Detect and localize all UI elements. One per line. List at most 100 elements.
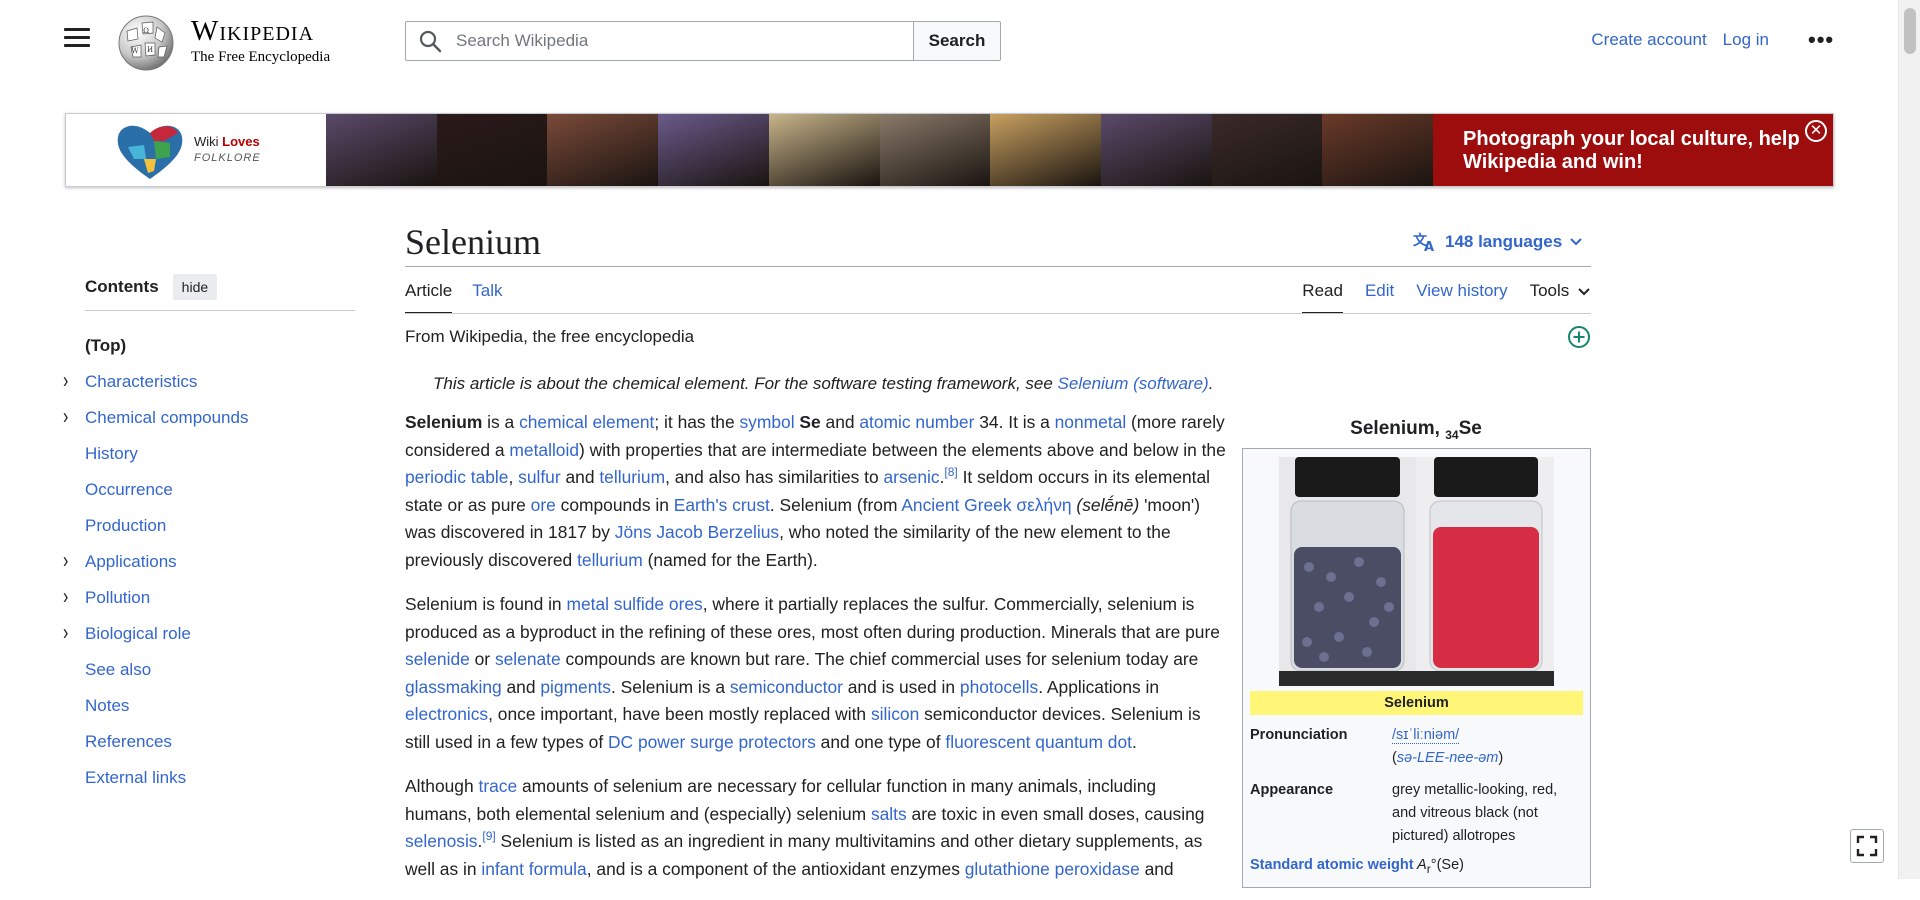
wiki-link[interactable]: metalloid — [509, 440, 579, 460]
infobox-row-appearance: Appearance grey metallic-looking, red, a… — [1250, 779, 1583, 848]
wiki-loves-folklore-banner[interactable]: Wiki Loves FOLKLORE Photograph your loca… — [65, 113, 1834, 187]
hatnote: This article is about the chemical eleme… — [433, 374, 1213, 394]
translate-icon: 文 A — [1413, 232, 1434, 253]
toc-link[interactable]: (Top) — [85, 336, 126, 355]
text-run: compounds in — [555, 494, 674, 515]
wiki-link[interactable]: ore — [531, 495, 556, 515]
wiki-link[interactable]: arsenic — [884, 467, 940, 487]
wiki-link[interactable]: selenosis — [405, 831, 478, 851]
hatnote-text: This article is about the chemical eleme… — [433, 374, 1058, 393]
wiki-link[interactable]: Jöns Jacob Berzelius — [615, 522, 779, 542]
respelling-link[interactable]: sə-LEE-nee-əm — [1397, 750, 1499, 766]
close-icon[interactable]: ✕ — [1805, 120, 1827, 142]
wiki-link[interactable]: nonmetal — [1055, 412, 1127, 432]
toc-link[interactable]: Chemical compounds — [85, 408, 248, 427]
citation-link[interactable]: [9] — [482, 829, 495, 843]
wiki-link[interactable]: photocells — [960, 677, 1038, 697]
search-form: Search — [405, 21, 1001, 61]
toc-hide-button[interactable]: hide — [172, 274, 218, 300]
chevron-right-icon[interactable]: › — [63, 393, 68, 443]
toc-item: (Top) — [85, 328, 355, 364]
toc-link[interactable]: Pollution — [85, 588, 150, 607]
standard-atomic-weight-link[interactable]: Standard atomic weight — [1250, 857, 1414, 873]
toc-link[interactable]: Notes — [85, 696, 129, 715]
wiki-link[interactable]: salts — [871, 804, 907, 824]
wiki-link[interactable]: trace — [479, 776, 518, 796]
citation-link[interactable]: [8] — [944, 465, 957, 479]
wiki-link[interactable]: selenide — [405, 649, 470, 669]
toc-link[interactable]: Applications — [85, 552, 177, 571]
puzzle-heart-icon — [117, 125, 183, 179]
scrollbar-thumb[interactable] — [1904, 8, 1916, 54]
text-run: . Selenium is a — [610, 676, 730, 697]
main-menu-button[interactable] — [64, 28, 90, 50]
toc-item: Occurrence — [85, 472, 355, 508]
wiki-link[interactable]: sulfur — [518, 467, 561, 487]
grey-selenium-jar-image — [1279, 457, 1416, 686]
text-run: . — [1131, 731, 1137, 752]
svg-text:W: W — [131, 47, 139, 55]
fullscreen-toggle-button[interactable] — [1850, 829, 1884, 863]
toc-link[interactable]: Characteristics — [85, 372, 197, 391]
toc-link[interactable]: See also — [85, 660, 151, 679]
hatnote-link[interactable]: Selenium (software) — [1058, 374, 1209, 393]
tab-edit[interactable]: Edit — [1365, 281, 1394, 314]
search-button[interactable]: Search — [914, 21, 1001, 61]
page-scrollbar[interactable] — [1898, 0, 1920, 879]
create-account-link[interactable]: Create account — [1591, 30, 1706, 50]
paragraph-occurrence: Selenium is found in metal sulfide ores,… — [405, 591, 1227, 756]
wordmark-title: Wikipedia — [191, 15, 315, 47]
wiki-link[interactable]: symbol — [739, 412, 794, 432]
wikipedia-globe-logo[interactable]: Ω W И — [115, 13, 178, 71]
wiki-link[interactable]: fluorescent quantum dot — [945, 732, 1132, 752]
banner-cta[interactable]: Photograph your local culture, help Wiki… — [1433, 114, 1833, 186]
selenium-sample-image[interactable] — [1279, 457, 1554, 686]
tab-view-history[interactable]: View history — [1416, 281, 1507, 314]
wiki-link[interactable]: tellurium — [599, 467, 665, 487]
tools-menu[interactable]: Tools — [1530, 281, 1590, 314]
search-input[interactable] — [454, 30, 894, 52]
wikipedia-wordmark[interactable]: Wikipedia The Free Encyclopedia — [191, 14, 330, 66]
tab-article[interactable]: Article — [405, 281, 453, 314]
search-box[interactable] — [405, 21, 914, 61]
toc-link[interactable]: Biological role — [85, 624, 191, 643]
wiki-link[interactable]: electronics — [405, 704, 488, 724]
wiki-link[interactable]: selenate — [495, 649, 561, 669]
chevron-right-icon[interactable]: › — [63, 609, 68, 659]
toc-link[interactable]: History — [85, 444, 138, 463]
wiki-link[interactable]: Ancient Greek σελήνη — [901, 495, 1071, 515]
banner-photo — [1322, 114, 1434, 186]
wiki-link[interactable]: glassmaking — [405, 677, 502, 697]
toc-link[interactable]: Occurrence — [85, 480, 173, 499]
wiki-link[interactable]: infant formula — [481, 859, 586, 879]
wiki-link[interactable]: silicon — [871, 704, 919, 724]
wiki-link[interactable]: chemical element — [519, 412, 654, 432]
wiki-link[interactable]: tellurium — [577, 550, 643, 570]
text-run: (named for the Earth). — [642, 549, 818, 570]
text-run: is a — [482, 412, 520, 432]
tab-talk[interactable]: Talk — [472, 281, 502, 314]
toc-link[interactable]: Production — [85, 516, 166, 535]
log-in-link[interactable]: Log in — [1723, 30, 1769, 50]
banner-photo — [1100, 114, 1212, 186]
language-button[interactable]: 文 A 148 languages — [1413, 231, 1582, 253]
ipa-link[interactable]: /sɪˈliːniəm/ — [1392, 727, 1460, 744]
toc-item: History — [85, 436, 355, 472]
toc-link[interactable]: External links — [85, 768, 186, 787]
wiki-link[interactable]: atomic number — [859, 412, 974, 432]
tab-read[interactable]: Read — [1302, 281, 1343, 314]
text-run: ; it has the — [654, 412, 740, 432]
wiki-link[interactable]: periodic table — [405, 467, 508, 487]
toc-link[interactable]: References — [85, 732, 172, 751]
hamburger-line — [64, 28, 90, 31]
wiki-link[interactable]: DC power surge protectors — [608, 732, 816, 752]
wiki-link[interactable]: semiconductor — [730, 677, 843, 697]
text-run: Selenium is found in — [405, 594, 567, 614]
wiki-link[interactable]: Earth's crust — [674, 495, 770, 515]
ellipsis-icon[interactable]: ••• — [1808, 29, 1834, 51]
wiki-link[interactable]: glutathione peroxidase — [965, 859, 1140, 879]
add-circle-icon[interactable] — [1567, 325, 1591, 349]
text-run: . Selenium (from — [769, 494, 902, 515]
wiki-link[interactable]: pigments — [540, 677, 611, 697]
wiki-link[interactable]: metal sulfide ores — [566, 594, 702, 614]
